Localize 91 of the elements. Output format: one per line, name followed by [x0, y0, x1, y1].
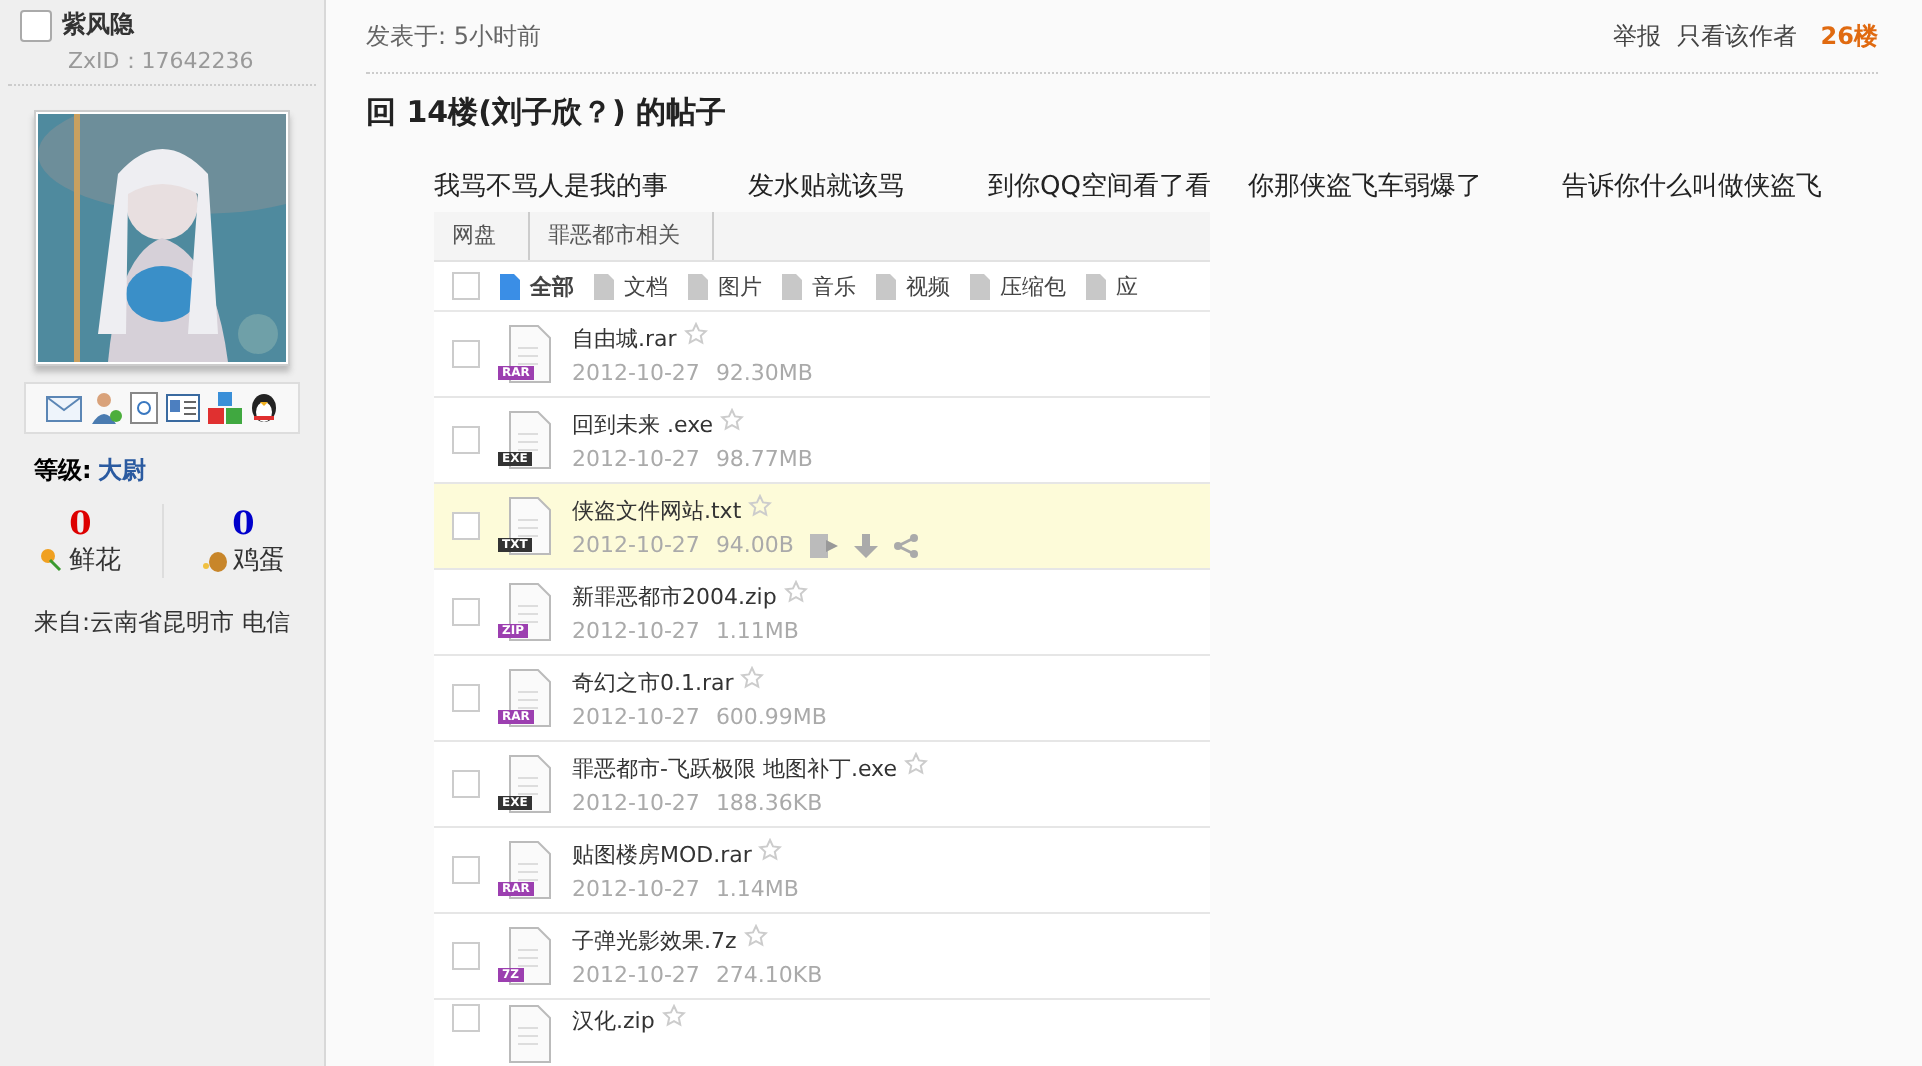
- file-name[interactable]: 回到未来 .exe: [572, 412, 714, 438]
- file-size: 600.99MB: [715, 704, 827, 730]
- search-document-icon[interactable]: [130, 392, 158, 424]
- file-date: 2012-10-27: [572, 532, 700, 558]
- profile-card-icon[interactable]: [166, 394, 200, 422]
- egg-icon[interactable]: [202, 548, 229, 572]
- file-size: 1.11MB: [715, 618, 799, 644]
- file-name[interactable]: 侠盗文件网站.txt: [572, 498, 742, 524]
- rank-link[interactable]: 大尉: [97, 454, 146, 488]
- blocks-icon[interactable]: [208, 392, 242, 424]
- file-name[interactable]: 新罪恶都市2004.zip: [572, 584, 777, 610]
- post-action-link[interactable]: 只看该作者: [1676, 19, 1797, 53]
- download-icon[interactable]: [853, 533, 878, 557]
- filter-tab[interactable]: 应: [1084, 271, 1138, 301]
- share-icon[interactable]: [893, 533, 918, 557]
- file-name[interactable]: 子弹光影效果.7z: [572, 928, 737, 954]
- file-date: 2012-10-27: [572, 618, 700, 644]
- filter-tab[interactable]: 图片: [686, 271, 762, 301]
- file-date: 2012-10-27: [572, 446, 700, 472]
- filter-tab[interactable]: 全部: [498, 271, 574, 301]
- file-date: 2012-10-27: [572, 962, 700, 988]
- post-title: 回 14楼(刘子欣？) 的帖子: [366, 94, 729, 132]
- checkbox[interactable]: [452, 512, 480, 540]
- file-date: 2012-10-27: [572, 360, 700, 386]
- file-size: 188.36KB: [715, 790, 823, 816]
- star-icon[interactable]: [758, 838, 783, 862]
- add-friend-icon[interactable]: [90, 392, 122, 424]
- breadcrumb-item[interactable]: 网盘: [434, 212, 530, 260]
- post-text: 我骂不骂人是我的事: [434, 170, 670, 204]
- checkbox[interactable]: [452, 684, 480, 712]
- checkbox[interactable]: [452, 770, 480, 798]
- filter-tab[interactable]: 音乐: [780, 271, 856, 301]
- star-icon[interactable]: [720, 408, 745, 432]
- document-icon: [592, 273, 616, 299]
- file-size: 98.77MB: [715, 446, 813, 472]
- file-name[interactable]: 自由城.rar: [572, 326, 677, 352]
- star-icon[interactable]: [748, 494, 773, 518]
- count: 0: [69, 504, 92, 542]
- user-icon: [20, 9, 52, 41]
- filter-tab[interactable]: 文档: [592, 271, 668, 301]
- checkbox[interactable]: [452, 942, 480, 970]
- floor-number: 26楼: [1820, 19, 1878, 53]
- star-icon[interactable]: [683, 322, 708, 346]
- document-icon: [686, 273, 710, 299]
- post-text: 告诉你什么叫做侠盗飞: [1562, 170, 1824, 204]
- file-date: 2012-10-27: [572, 704, 700, 730]
- star-icon[interactable]: [740, 666, 765, 690]
- document-icon: [780, 273, 804, 299]
- file-name[interactable]: 奇幻之市0.1.rar: [572, 670, 734, 696]
- document-icon: [1084, 273, 1108, 299]
- document-icon: [874, 273, 898, 299]
- checkbox[interactable]: [452, 1004, 480, 1032]
- post-text: 你那侠盗飞车弱爆了: [1248, 170, 1484, 204]
- star-icon[interactable]: [661, 1004, 686, 1028]
- post-text: 到你QQ空间看了看: [988, 170, 1213, 204]
- file-name[interactable]: 罪恶都市-飞跃极限 地图补丁.exe: [572, 756, 897, 782]
- checkbox[interactable]: [452, 598, 480, 626]
- file-size: 92.30MB: [715, 360, 813, 386]
- breadcrumb-item[interactable]: 罪恶都市相关: [530, 212, 714, 260]
- file-size: 94.00B: [715, 532, 794, 558]
- file-size: 1.14MB: [715, 876, 799, 902]
- author-name[interactable]: 紫风隐: [62, 8, 134, 42]
- location-text: 来自:云南省昆明市 电信: [32, 606, 292, 640]
- penguin-icon[interactable]: [250, 392, 278, 424]
- file-size: 274.10KB: [715, 962, 823, 988]
- count: 0: [232, 504, 255, 542]
- star-icon[interactable]: [903, 752, 928, 776]
- file-date: 2012-10-27: [572, 876, 700, 902]
- filter-tab[interactable]: 压缩包: [968, 271, 1066, 301]
- document-icon: [498, 273, 522, 299]
- mail-icon[interactable]: [46, 395, 82, 421]
- level-label: 等级:: [34, 454, 92, 488]
- flower-icon[interactable]: [40, 548, 65, 572]
- post-time: 发表于: 5小时前: [366, 19, 543, 53]
- checkbox[interactable]: [452, 272, 480, 300]
- stat-label[interactable]: 鸡蛋: [232, 542, 285, 578]
- author-id: ZxID：17642236: [8, 42, 316, 86]
- star-icon[interactable]: [783, 580, 808, 604]
- filter-tab[interactable]: 视频: [874, 271, 950, 301]
- post-text: 发水贴就该骂: [748, 170, 906, 204]
- checkbox[interactable]: [452, 426, 480, 454]
- stat-label[interactable]: 鲜花: [68, 542, 121, 578]
- file-name[interactable]: 贴图楼房MOD.rar: [572, 842, 752, 868]
- checkbox[interactable]: [452, 856, 480, 884]
- post-action-link[interactable]: 举报: [1612, 19, 1661, 53]
- share-out-icon[interactable]: [809, 533, 838, 557]
- checkbox[interactable]: [452, 340, 480, 368]
- star-icon[interactable]: [743, 924, 768, 948]
- file-date: 2012-10-27: [572, 790, 700, 816]
- document-icon: [968, 273, 992, 299]
- file-name[interactable]: 汉化.zip: [572, 1008, 655, 1034]
